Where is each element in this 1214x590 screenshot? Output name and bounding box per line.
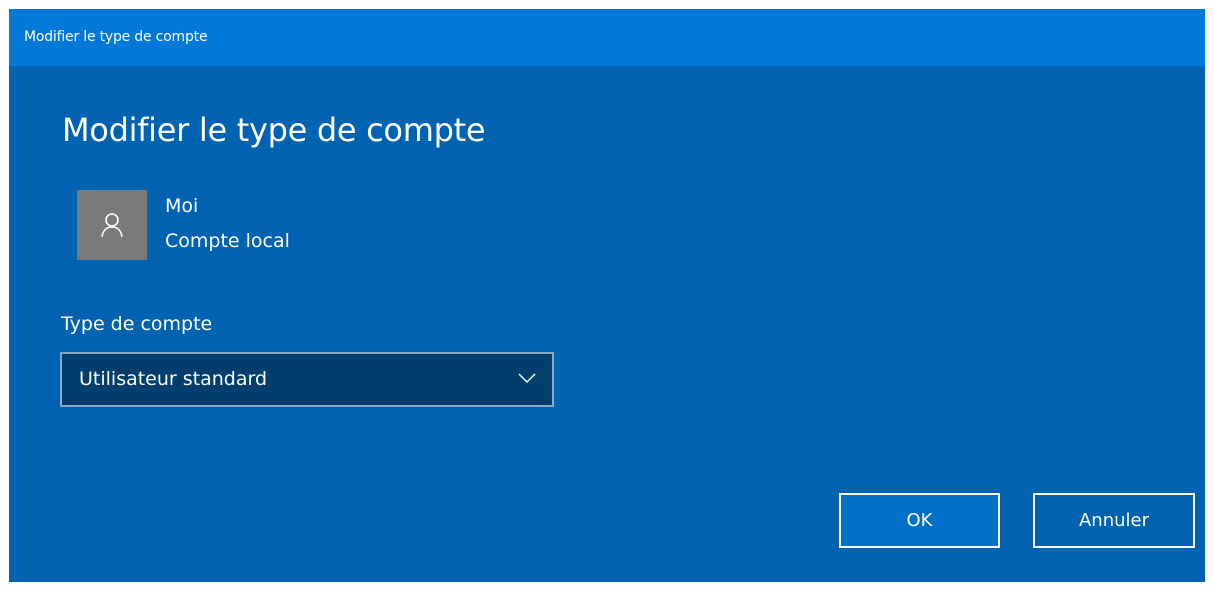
- ok-button[interactable]: OK: [839, 493, 1000, 548]
- cancel-button[interactable]: Annuler: [1033, 493, 1195, 548]
- account-type-label: Type de compte: [61, 313, 213, 335]
- user-name: Moi: [165, 195, 199, 217]
- window-title: Modifier le type de compte: [24, 29, 208, 45]
- page-title: Modifier le type de compte: [62, 111, 486, 149]
- title-bar[interactable]: Modifier le type de compte: [9, 9, 1205, 66]
- user-account-type: Compte local: [165, 230, 290, 252]
- avatar: [77, 190, 147, 260]
- account-type-selected-value: Utilisateur standard: [79, 368, 268, 390]
- account-type-dropdown[interactable]: Utilisateur standard: [60, 352, 554, 407]
- person-icon: [101, 213, 123, 238]
- dialog-window: Modifier le type de compte Modifier le t…: [9, 9, 1205, 582]
- chevron-down-icon: [518, 373, 536, 384]
